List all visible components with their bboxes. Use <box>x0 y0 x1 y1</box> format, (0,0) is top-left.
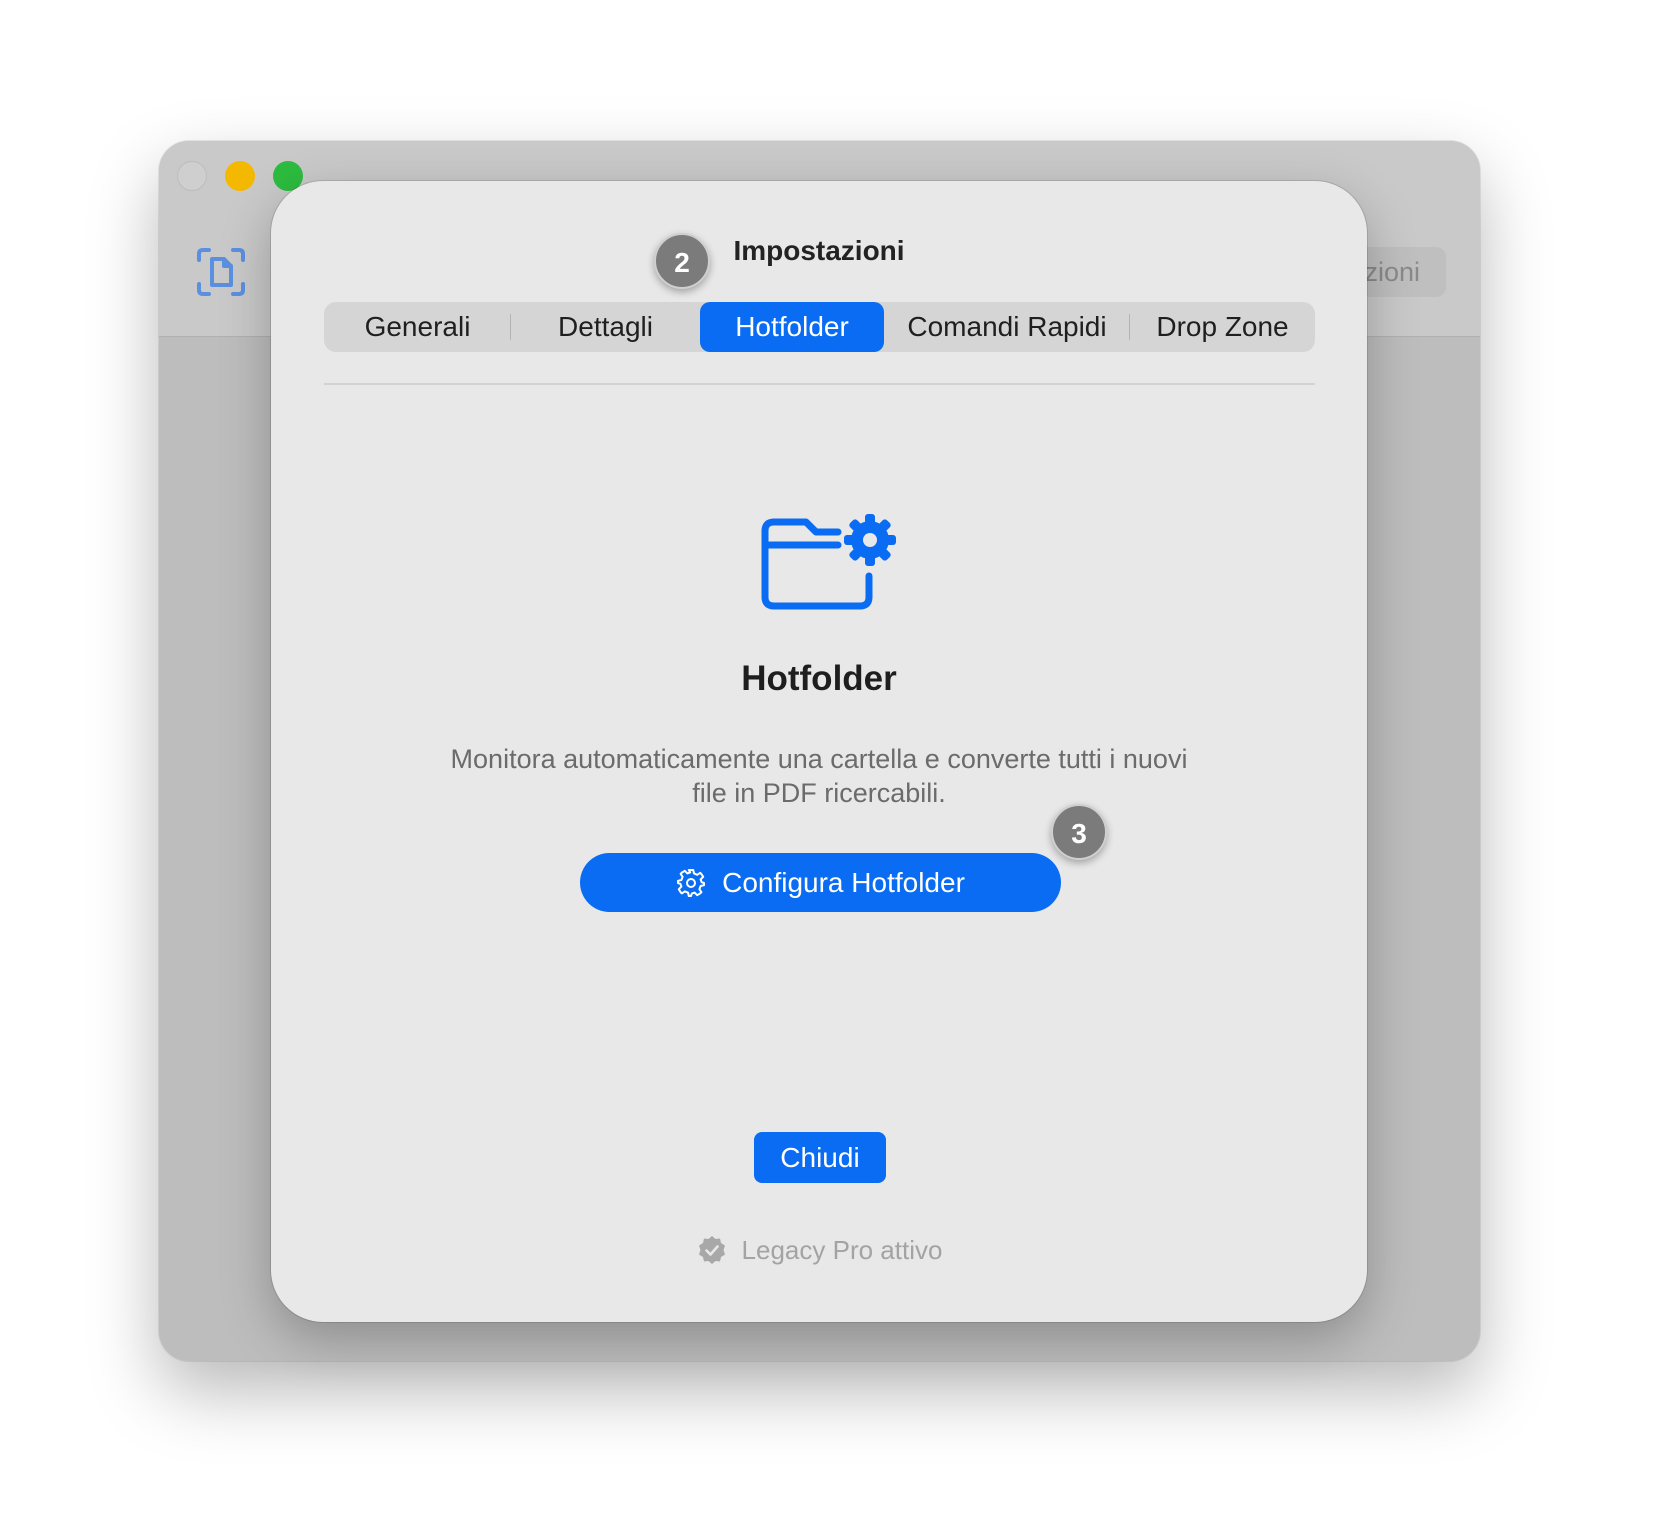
document-scan-icon[interactable] <box>195 246 247 298</box>
close-button[interactable]: Chiudi <box>754 1132 886 1183</box>
sheet-title: Impostazioni <box>733 235 905 266</box>
verified-badge-icon <box>696 1234 728 1266</box>
folder-gear-icon <box>760 514 900 614</box>
tab-dettagli[interactable]: Dettagli <box>511 302 700 352</box>
license-status-label: Legacy Pro attivo <box>741 1234 943 1265</box>
feature-description: Monitora automaticamente una cartella e … <box>450 744 1188 808</box>
tab-comandi-rapidi[interactable]: Comandi Rapidi <box>884 302 1130 352</box>
configure-hotfolder-button[interactable]: Configura Hotfolder <box>580 853 1061 912</box>
tab-divider <box>324 383 1315 385</box>
tab-drop-zone[interactable]: Drop Zone <box>1130 302 1315 352</box>
window-minimize-button[interactable] <box>225 161 255 191</box>
settings-tab-bar: Generali Dettagli Hotfolder Comandi Rapi… <box>324 302 1315 352</box>
tab-hotfolder[interactable]: Hotfolder <box>700 302 884 352</box>
window-close-button[interactable] <box>177 161 207 191</box>
settings-sheet: Impostazioni 2 Generali Dettagli Hotfold… <box>271 181 1367 1322</box>
tab-generali[interactable]: Generali <box>324 302 511 352</box>
step-badge-2: 2 <box>654 233 710 289</box>
configure-hotfolder-label: Configura Hotfolder <box>722 866 965 898</box>
step-badge-3: 3 <box>1051 804 1107 860</box>
license-status: Legacy Pro attivo <box>271 1234 1367 1266</box>
feature-title: Hotfolder <box>741 659 897 698</box>
gear-icon <box>676 868 706 898</box>
